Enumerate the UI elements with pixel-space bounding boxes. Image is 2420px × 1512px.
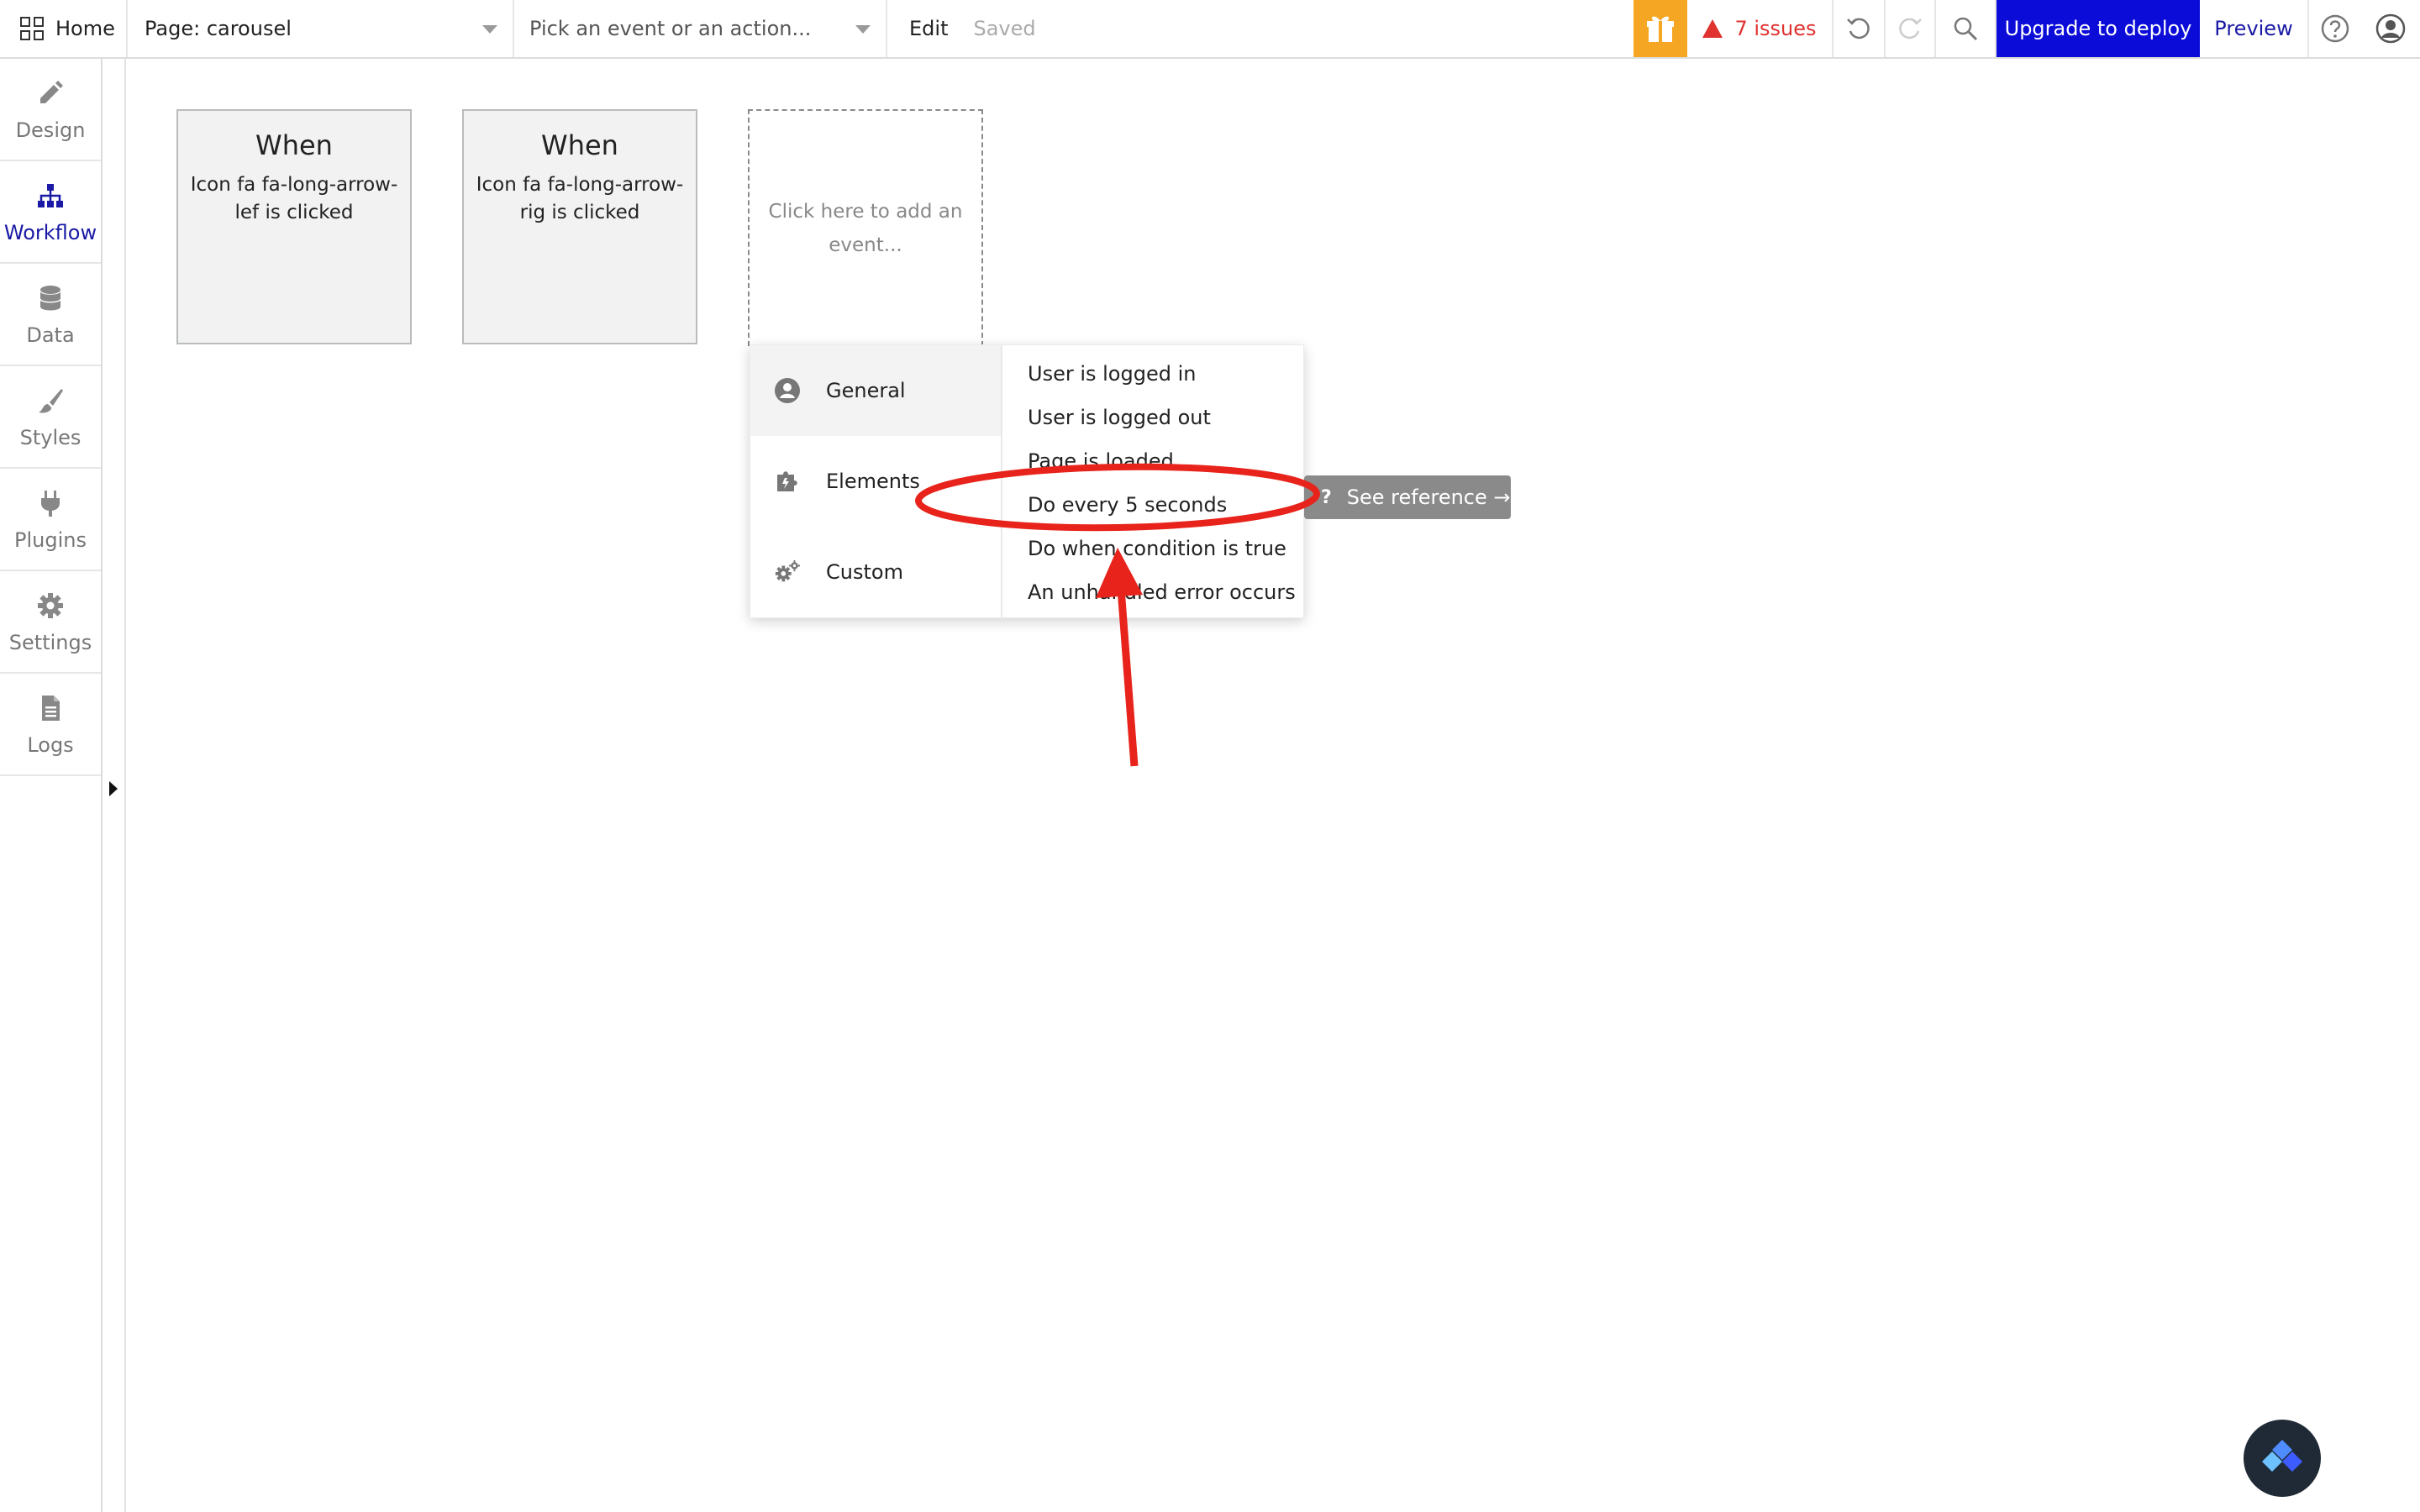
sidebar-item-label: Logs xyxy=(27,733,74,757)
logo-icon xyxy=(2262,1440,2302,1472)
sidebar-item-logs[interactable]: Logs xyxy=(0,674,101,776)
category-label: Custom xyxy=(826,560,903,584)
event-action-placeholder: Pick an event or an action... xyxy=(529,17,812,40)
document-icon xyxy=(34,691,67,725)
upgrade-to-deploy-button[interactable]: Upgrade to deploy xyxy=(1996,0,2200,57)
workflow-event-card[interactable]: When Icon fa fa-long-arrow-rig is clicke… xyxy=(462,109,697,344)
event-type-dropdown: General Elements Custom User is logged i… xyxy=(750,344,1305,619)
event-category-list: General Elements Custom xyxy=(750,345,1002,619)
sidebar-item-label: Plugins xyxy=(14,528,87,552)
sidebar-item-label: Workflow xyxy=(3,221,97,244)
page-selector[interactable]: Page: carousel xyxy=(128,0,514,57)
search-icon xyxy=(1954,17,1978,41)
preview-label: Preview xyxy=(2214,17,2293,40)
event-option-condition-true[interactable]: Do when condition is true xyxy=(1002,527,1305,570)
undo-button[interactable] xyxy=(1833,0,1886,57)
event-action-picker[interactable]: Pick an event or an action... xyxy=(514,0,887,57)
category-label: Elements xyxy=(826,470,920,493)
event-option-page-loaded[interactable]: Page is loaded xyxy=(1002,439,1305,483)
issues-count: 7 issues xyxy=(1734,17,1817,40)
workflow-icon xyxy=(34,179,67,213)
category-elements[interactable]: Elements xyxy=(750,436,1001,527)
category-custom[interactable]: Custom xyxy=(750,527,1001,617)
home-label: Home xyxy=(55,17,115,40)
undo-icon xyxy=(1847,18,1870,39)
gift-button[interactable] xyxy=(1634,0,1687,57)
warning-icon xyxy=(1702,19,1723,38)
support-chat-button[interactable] xyxy=(2244,1420,2321,1497)
sidebar-item-label: Settings xyxy=(8,631,92,654)
add-event-card[interactable]: Click here to add an event... xyxy=(748,109,983,346)
puzzle-icon xyxy=(774,468,801,495)
sidebar-item-label: Design xyxy=(15,118,86,142)
event-card-description: Icon fa fa-long-arrow-rig is clicked xyxy=(476,174,684,223)
top-bar: Home Page: carousel Pick an event or an … xyxy=(0,0,2420,59)
redo-icon xyxy=(1899,18,1922,39)
account-button[interactable] xyxy=(2361,0,2420,57)
design-icon xyxy=(34,76,67,110)
user-circle-icon xyxy=(774,377,801,404)
sidebar-item-label: Styles xyxy=(19,426,82,449)
sidebar-item-data[interactable]: Data xyxy=(0,264,101,366)
plug-icon xyxy=(34,486,67,520)
sidebar-item-styles[interactable]: Styles xyxy=(0,366,101,469)
sidebar: Design Workflow Data Styles Plugins Sett… xyxy=(0,59,103,1512)
sidebar-item-design[interactable]: Design xyxy=(0,59,101,161)
event-card-title: When xyxy=(255,129,333,161)
edit-label: Edit xyxy=(909,17,949,40)
event-option-unhandled-error[interactable]: An unhandled error occurs xyxy=(1002,570,1305,614)
expand-panel-arrow-icon[interactable] xyxy=(109,781,118,796)
event-card-description: Icon fa fa-long-arrow-lef is clicked xyxy=(190,174,398,223)
sidebar-item-settings[interactable]: Settings xyxy=(0,571,101,674)
chevron-down-icon xyxy=(482,25,497,34)
chevron-down-icon xyxy=(855,25,871,34)
workflow-event-card[interactable]: When Icon fa fa-long-arrow-lef is clicke… xyxy=(176,109,412,344)
event-option-user-logged-out[interactable]: User is logged out xyxy=(1002,396,1305,439)
home-button[interactable]: Home xyxy=(0,0,128,57)
sidebar-item-plugins[interactable]: Plugins xyxy=(0,469,101,571)
user-icon xyxy=(2375,13,2406,44)
help-button[interactable] xyxy=(2309,0,2361,57)
database-icon xyxy=(34,281,67,315)
saved-status: Saved xyxy=(973,17,1036,40)
see-reference-tooltip[interactable]: ? See reference → xyxy=(1304,475,1511,519)
edit-menu[interactable]: Edit Saved xyxy=(887,0,1039,57)
add-event-placeholder: Click here to add an event... xyxy=(768,201,963,256)
issues-button[interactable]: 7 issues xyxy=(1687,0,1833,57)
sidebar-item-workflow[interactable]: Workflow xyxy=(0,161,101,264)
grid-icon xyxy=(20,17,44,40)
gift-icon xyxy=(1647,16,1674,42)
see-reference-label: See reference → xyxy=(1346,486,1511,509)
category-general[interactable]: General xyxy=(750,345,1001,436)
preview-button[interactable]: Preview xyxy=(2200,0,2309,57)
event-card-title: When xyxy=(541,129,618,161)
page-selector-label: Page: carousel xyxy=(145,17,292,40)
question-icon: ? xyxy=(1321,486,1332,508)
upgrade-label: Upgrade to deploy xyxy=(2004,17,2192,40)
help-icon xyxy=(2321,14,2349,43)
event-option-do-every-5-seconds[interactable]: Do every 5 seconds xyxy=(1002,483,1305,527)
search-button[interactable] xyxy=(1936,0,1996,57)
brush-icon xyxy=(34,384,67,417)
gears-icon xyxy=(774,559,801,585)
event-option-user-logged-in[interactable]: User is logged in xyxy=(1002,352,1305,396)
event-options-list: User is logged in User is logged out Pag… xyxy=(1002,345,1305,619)
gear-icon xyxy=(34,589,67,622)
category-label: General xyxy=(826,379,906,402)
sidebar-item-label: Data xyxy=(26,323,75,347)
redo-button[interactable] xyxy=(1886,0,1936,57)
